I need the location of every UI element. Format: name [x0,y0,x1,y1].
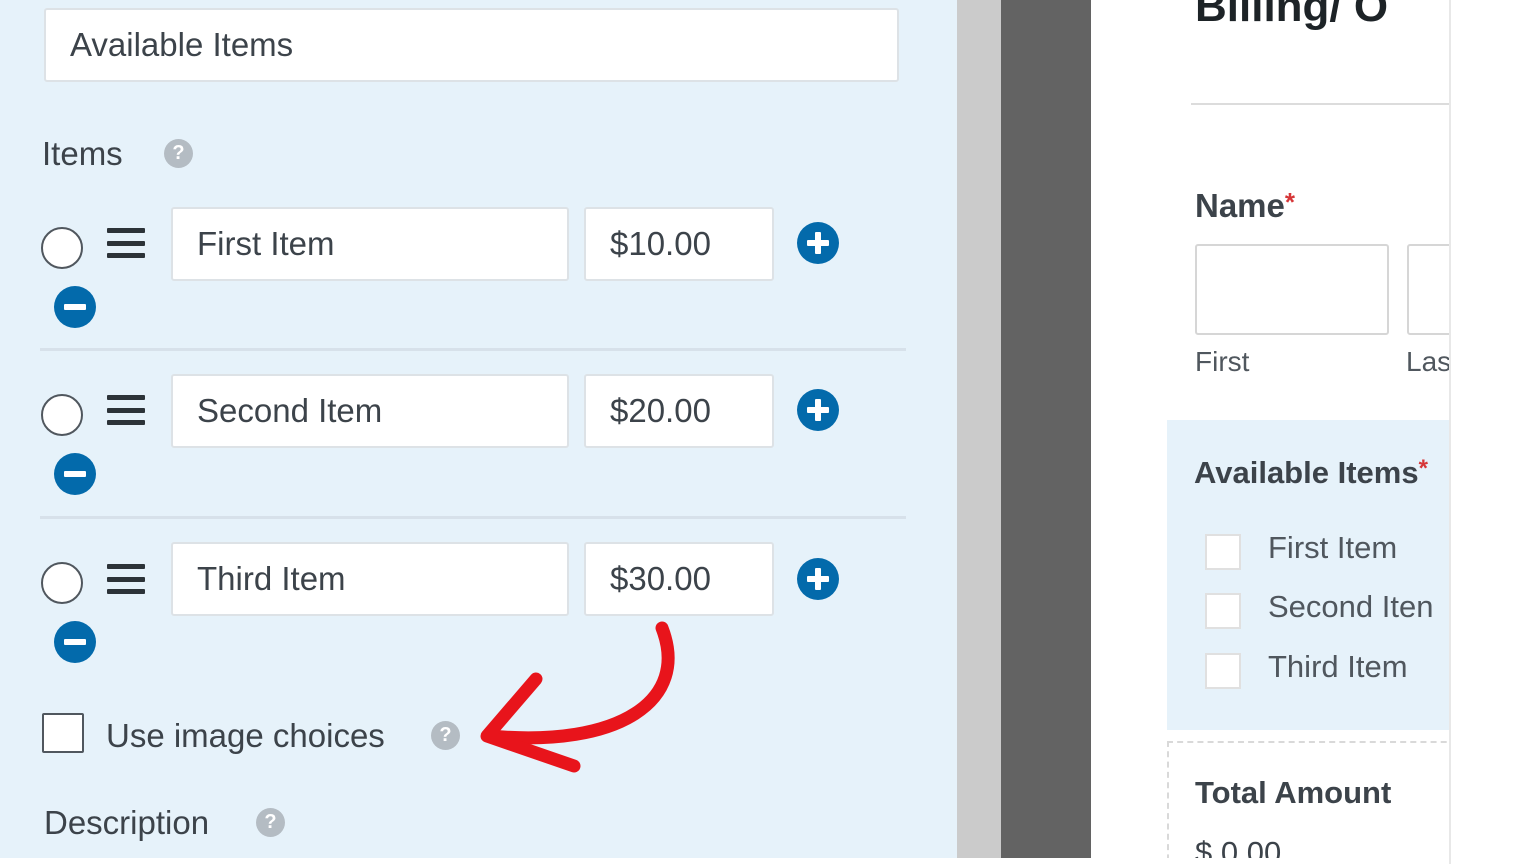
drag-handle-icon[interactable] [107,228,145,258]
title-divider [1191,103,1449,105]
available-items-label-text: Available Items [1194,455,1419,490]
page-edge [1449,0,1536,864]
available-items-label: Available Items* [1194,455,1428,491]
row-divider [40,348,906,351]
question-circle-icon[interactable]: ? [256,808,285,837]
page-bottom-edge [0,858,1449,864]
available-items-field[interactable]: Available Items* First Item Second Iten … [1167,420,1449,730]
choice-checkbox[interactable] [1205,593,1241,629]
use-image-choices-label[interactable]: Use image choices [106,717,385,755]
choice-price-input[interactable]: $30.00 [584,542,774,616]
minus-circle-icon[interactable] [54,286,96,328]
preview-backdrop [1001,0,1091,858]
required-mark: * [1284,187,1296,217]
items-label: Items [42,135,123,172]
choice-label-input[interactable]: Third Item [171,542,569,616]
choice-price-input[interactable]: $20.00 [584,374,774,448]
last-sublabel: Las [1406,346,1449,377]
total-amount-value: $ 0.00 [1195,835,1282,858]
choice-label[interactable]: Third Item [1268,649,1408,685]
row-divider [40,516,906,519]
default-choice-radio[interactable] [41,394,83,436]
choice-label-input[interactable]: Second Item [171,374,569,448]
minus-circle-icon[interactable] [54,453,96,495]
choice-checkbox[interactable] [1205,534,1241,570]
choice-label[interactable]: First Item [1268,530,1397,566]
field-options-panel: Available Items Items ? First Item $10.0… [0,0,958,858]
default-choice-radio[interactable] [41,227,83,269]
plus-circle-icon[interactable] [797,389,839,431]
total-amount-label: Total Amount [1195,775,1392,810]
plus-circle-icon[interactable] [797,222,839,264]
first-name-input[interactable] [1195,244,1389,335]
default-choice-radio[interactable] [41,562,83,604]
use-image-choices-checkbox[interactable] [42,713,84,753]
question-circle-icon[interactable]: ? [164,139,193,168]
last-name-input[interactable] [1407,244,1449,335]
drag-handle-icon[interactable] [107,564,145,594]
choice-label-input[interactable]: First Item [171,207,569,281]
field-label-input[interactable]: Available Items [44,8,899,82]
panel-scrollbar-track[interactable] [957,0,1001,858]
name-label-text: Name [1195,187,1285,224]
minus-circle-icon[interactable] [54,621,96,663]
question-circle-icon[interactable]: ? [431,721,460,750]
choice-label[interactable]: Second Iten [1268,589,1433,625]
required-mark: * [1418,455,1428,482]
form-preview: Billing/ O Name* First Las Available Ite… [1091,0,1449,858]
drag-handle-icon[interactable] [107,395,145,425]
form-title: Billing/ O [1195,0,1389,31]
choice-price-input[interactable]: $10.00 [584,207,774,281]
description-label: Description [44,804,210,841]
plus-circle-icon[interactable] [797,558,839,600]
choice-checkbox[interactable] [1205,653,1241,689]
total-amount-field[interactable]: Total Amount $ 0.00 [1167,741,1449,858]
name-field-label: Name* [1195,187,1295,225]
first-sublabel: First [1195,346,1250,377]
